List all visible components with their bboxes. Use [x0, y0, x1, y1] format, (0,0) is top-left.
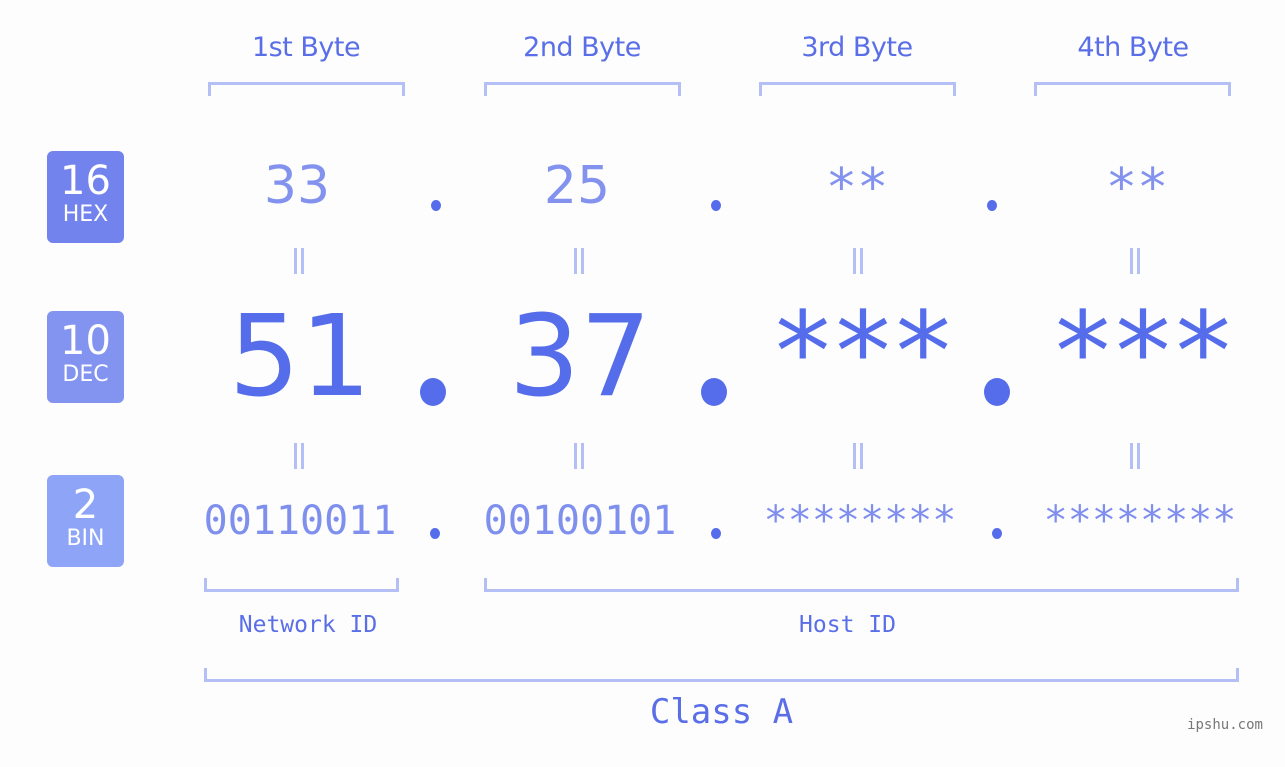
bin-octet-1: 00110011	[203, 498, 397, 544]
bin-base-label: BIN	[66, 526, 105, 551]
equals-icon	[853, 248, 863, 274]
hex-octet-2: 25	[543, 156, 611, 216]
equals-icon	[853, 443, 863, 469]
hex-octet-1: 33	[263, 156, 331, 216]
hex-octet-3: **	[825, 158, 889, 218]
hex-separator-dot-2	[711, 200, 721, 211]
dec-base-number: 10	[60, 318, 111, 364]
bin-octet-2: 00100101	[483, 498, 677, 544]
dec-octet-3: ***	[769, 288, 957, 416]
byte-bracket-2	[484, 82, 681, 96]
bin-separator-dot-2	[711, 528, 721, 539]
bin-separator-dot-1	[430, 528, 440, 539]
hex-base-number: 16	[60, 158, 111, 204]
bin-separator-dot-3	[992, 528, 1002, 539]
hex-base-badge: 16 HEX	[47, 151, 124, 243]
network-id-label: Network ID	[238, 612, 378, 638]
byte-header-2: 2nd Byte	[523, 32, 641, 63]
hex-octet-4: **	[1105, 158, 1169, 218]
equals-icon	[1130, 443, 1140, 469]
dec-octet-4: ***	[1049, 288, 1237, 416]
dec-separator-dot-1	[420, 378, 446, 406]
dec-separator-dot-3	[984, 378, 1010, 406]
equals-icon	[294, 248, 304, 274]
dec-octet-1: 51	[228, 292, 372, 422]
bin-base-number: 2	[72, 482, 99, 528]
dec-base-badge: 10 DEC	[47, 311, 124, 403]
equals-icon	[294, 443, 304, 469]
hex-separator-dot-1	[431, 200, 441, 211]
byte-header-4: 4th Byte	[1077, 32, 1189, 63]
host-id-label: Host ID	[799, 612, 896, 638]
class-bracket	[204, 668, 1239, 682]
watermark: ipshu.com	[1187, 717, 1263, 733]
hex-separator-dot-3	[987, 200, 997, 211]
equals-icon	[574, 443, 584, 469]
byte-bracket-1	[208, 82, 405, 96]
dec-separator-dot-2	[701, 378, 727, 406]
network-id-bracket	[204, 578, 399, 592]
dec-octet-2: 37	[508, 292, 652, 422]
byte-header-1: 1st Byte	[251, 32, 361, 63]
class-label: Class A	[649, 692, 794, 732]
hex-base-label: HEX	[62, 202, 109, 227]
host-id-bracket	[484, 578, 1239, 592]
bin-base-badge: 2 BIN	[47, 475, 124, 567]
bin-octet-4: ********	[1043, 498, 1237, 544]
byte-bracket-4	[1034, 82, 1231, 96]
equals-icon	[574, 248, 584, 274]
byte-bracket-3	[759, 82, 956, 96]
dec-base-label: DEC	[62, 362, 109, 387]
byte-header-3: 3rd Byte	[801, 32, 913, 63]
bin-octet-3: ********	[763, 498, 957, 544]
equals-icon	[1130, 248, 1140, 274]
